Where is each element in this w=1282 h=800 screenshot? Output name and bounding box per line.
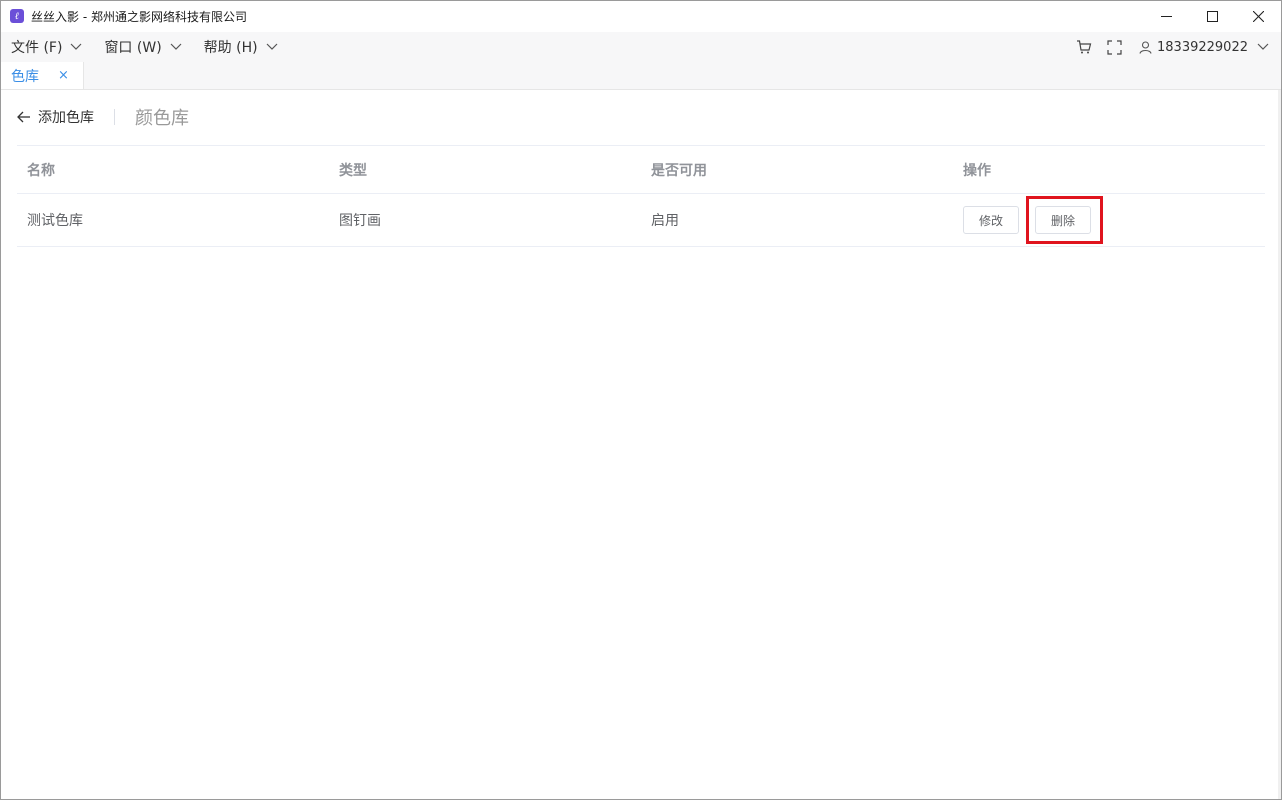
column-header-actions: 操作 bbox=[963, 162, 991, 179]
window-title: 丝丝入影 - 郑州通之影网络科技有限公司 bbox=[31, 9, 247, 24]
user-icon bbox=[1139, 40, 1152, 54]
user-menu[interactable]: 18339229022 bbox=[1139, 40, 1269, 55]
app-window: ℓ 丝丝入影 - 郑州通之影网络科技有限公司 文件 (F) 窗口 (W) 帮助 … bbox=[0, 0, 1282, 800]
menu-file-label: 文件 (F) bbox=[11, 40, 63, 56]
back-button[interactable]: 添加色库 bbox=[17, 107, 94, 127]
table-row: 测试色库 图钉画 启用 修改 删除 bbox=[17, 194, 1265, 247]
tab-bar: 色库 × bbox=[1, 62, 1281, 90]
page-header: 添加色库 颜色库 bbox=[17, 101, 189, 133]
back-label: 添加色库 bbox=[38, 110, 94, 126]
tab-label: 色库 bbox=[11, 68, 39, 85]
maximize-button[interactable] bbox=[1189, 1, 1235, 31]
close-icon bbox=[1252, 10, 1264, 22]
cell-type: 图钉画 bbox=[339, 213, 381, 229]
menu-window-label: 窗口 (W) bbox=[104, 40, 162, 56]
column-header-type: 类型 bbox=[339, 162, 367, 179]
menu-bar: 文件 (F) 窗口 (W) 帮助 (H) 18339229022 bbox=[1, 32, 1281, 62]
window-controls bbox=[1143, 1, 1281, 31]
arrow-left-icon bbox=[17, 111, 30, 123]
minimize-icon bbox=[1160, 15, 1172, 17]
chevron-down-icon bbox=[1257, 43, 1269, 50]
column-header-enabled: 是否可用 bbox=[651, 162, 707, 179]
cell-actions: 修改 删除 bbox=[953, 196, 1265, 244]
page-title: 颜色库 bbox=[135, 108, 189, 129]
tab-color-library[interactable]: 色库 × bbox=[1, 62, 84, 89]
app-logo-icon: ℓ bbox=[10, 9, 24, 23]
table-header: 名称 类型 是否可用 操作 bbox=[17, 146, 1265, 194]
cell-name: 测试色库 bbox=[27, 213, 83, 229]
menu-window[interactable]: 窗口 (W) bbox=[104, 37, 182, 57]
delete-highlight-box: 删除 bbox=[1026, 196, 1103, 244]
chevron-down-icon bbox=[71, 43, 82, 50]
color-library-table: 名称 类型 是否可用 操作 测试色库 图钉画 启用 修改 删除 bbox=[17, 145, 1265, 247]
column-header-name: 名称 bbox=[27, 162, 55, 179]
maximize-icon bbox=[1206, 10, 1218, 22]
menu-help-label: 帮助 (H) bbox=[203, 40, 258, 56]
minimize-button[interactable] bbox=[1143, 1, 1189, 31]
fullscreen-button[interactable] bbox=[1103, 36, 1125, 58]
chevron-down-icon bbox=[266, 43, 277, 50]
edit-button[interactable]: 修改 bbox=[963, 206, 1019, 234]
cell-enabled: 启用 bbox=[651, 213, 679, 229]
title-bar: ℓ 丝丝入影 - 郑州通之影网络科技有限公司 bbox=[1, 1, 1281, 31]
cart-icon bbox=[1077, 40, 1092, 54]
menu-file[interactable]: 文件 (F) bbox=[11, 37, 82, 57]
close-window-button[interactable] bbox=[1235, 1, 1281, 31]
cart-button[interactable] bbox=[1073, 36, 1095, 58]
tab-close-icon[interactable]: × bbox=[58, 68, 69, 83]
menu-help[interactable]: 帮助 (H) bbox=[204, 37, 278, 57]
user-phone: 18339229022 bbox=[1157, 39, 1248, 55]
scrollbar[interactable] bbox=[1278, 90, 1281, 799]
fullscreen-icon bbox=[1106, 39, 1122, 55]
header-divider bbox=[114, 109, 115, 125]
menu-right-tools: 18339229022 bbox=[1073, 32, 1281, 62]
chevron-down-icon bbox=[170, 43, 182, 50]
delete-button[interactable]: 删除 bbox=[1035, 206, 1091, 234]
